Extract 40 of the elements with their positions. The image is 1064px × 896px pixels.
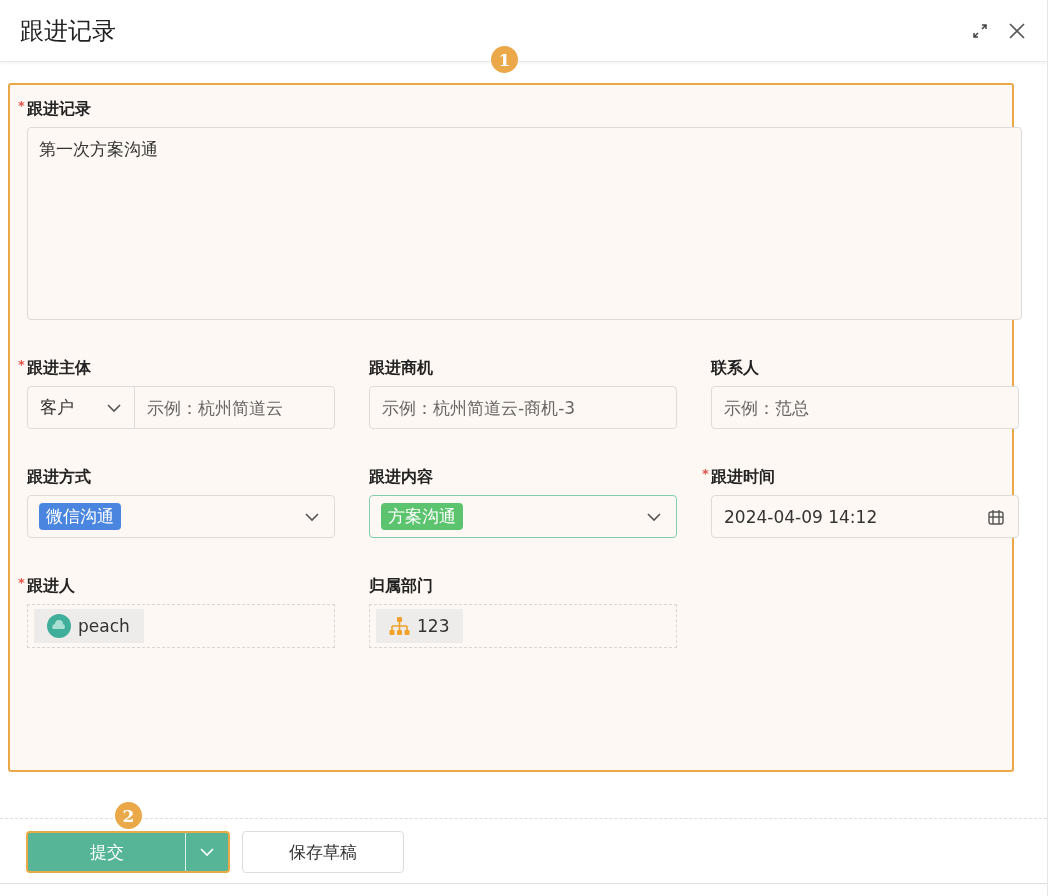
chevron-down-icon — [304, 511, 320, 522]
close-icon[interactable] — [1009, 22, 1025, 39]
chevron-down-icon — [106, 402, 122, 413]
avatar-icon — [47, 614, 71, 638]
type-select[interactable]: 客户 — [28, 387, 135, 428]
step-badge: 1 — [491, 46, 518, 73]
field-label: 跟进时间 — [711, 467, 775, 488]
field-label: 跟进内容 — [369, 467, 433, 488]
save-draft-button[interactable]: 保存草稿 — [242, 831, 404, 873]
option-tag: 方案沟通 — [381, 503, 463, 530]
required-asterisk: * — [18, 358, 26, 371]
required-asterisk: * — [18, 99, 26, 112]
text-area[interactable]: 第一次方案沟通 — [27, 127, 1022, 320]
select-field[interactable]: 微信沟通 — [27, 495, 335, 538]
field-label: 跟进商机 — [369, 358, 433, 379]
chevron-down-icon — [199, 847, 215, 857]
input-field[interactable]: 示例：杭州简道云 — [135, 387, 334, 428]
calendar-icon — [988, 508, 1004, 525]
date-time-field[interactable]: 2024-04-09 14:12 — [711, 495, 1019, 538]
field-label: 跟进主体 — [27, 358, 91, 379]
input-field[interactable]: 示例：范总 — [711, 386, 1019, 429]
field-label: 归属部门 — [369, 576, 433, 597]
picker-field[interactable]: 123 — [369, 604, 677, 648]
field-label: 跟进记录 — [27, 99, 91, 120]
option-tag: 微信沟通 — [39, 503, 121, 530]
field-label: 联系人 — [711, 358, 759, 379]
subject-field[interactable]: 客户 示例：杭州简道云 — [27, 386, 335, 429]
field-label: 跟进人 — [27, 576, 75, 597]
field-label: 跟进方式 — [27, 467, 91, 488]
required-asterisk: * — [18, 576, 26, 589]
chevron-down-icon — [646, 511, 662, 522]
window-title: 跟进记录 — [20, 15, 117, 47]
department-chip: 123 — [376, 609, 464, 643]
member-chip: peach — [34, 609, 144, 643]
input-field[interactable]: 示例：杭州简道云-商机-3 — [369, 386, 677, 429]
org-chart-icon — [389, 617, 410, 635]
required-asterisk: * — [702, 467, 710, 480]
expand-icon[interactable] — [973, 23, 987, 38]
picker-field[interactable]: peach — [27, 604, 335, 648]
step-badge: 2 — [115, 802, 142, 829]
